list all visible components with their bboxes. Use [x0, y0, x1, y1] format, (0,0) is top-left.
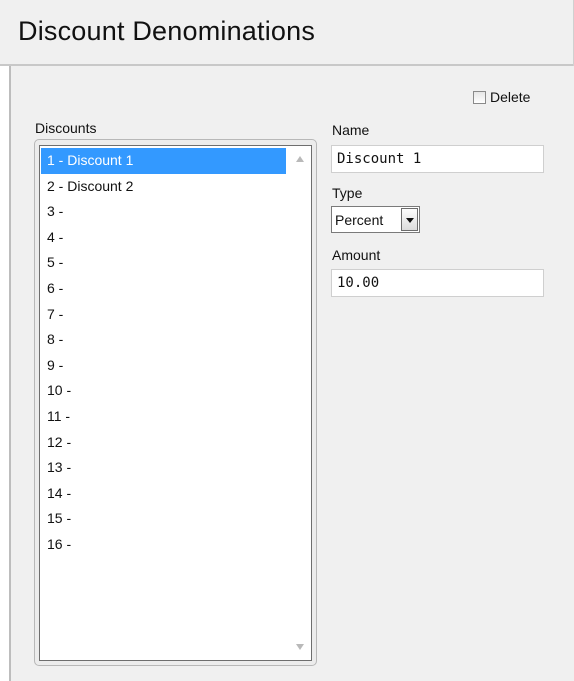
list-item[interactable]: 2 - Discount 2	[41, 174, 286, 200]
delete-checkbox-group[interactable]: Delete	[473, 88, 530, 106]
list-item[interactable]: 6 -	[41, 276, 286, 302]
page-header: Discount Denominations	[0, 0, 574, 66]
discounts-scrollbar[interactable]	[291, 146, 311, 660]
amount-label: Amount	[332, 247, 381, 263]
list-item[interactable]: 13 -	[41, 455, 286, 481]
type-select-value: Percent	[335, 211, 384, 228]
type-label: Type	[332, 185, 363, 201]
list-item[interactable]: 7 -	[41, 302, 286, 328]
list-item[interactable]: 9 -	[41, 353, 286, 379]
list-item[interactable]: 4 -	[41, 225, 286, 251]
discounts-listbox[interactable]: 1 - Discount 12 - Discount 23 -4 -5 -6 -…	[39, 145, 312, 661]
chevron-down-icon[interactable]	[401, 208, 418, 231]
name-field[interactable]	[331, 145, 544, 173]
name-label: Name	[332, 122, 370, 138]
list-item[interactable]: 10 -	[41, 378, 286, 404]
list-item[interactable]: 16 -	[41, 532, 286, 558]
amount-field[interactable]	[331, 269, 544, 297]
scroll-up-arrow-icon[interactable]	[296, 156, 304, 162]
type-select[interactable]: Percent	[331, 206, 420, 233]
list-item[interactable]: 15 -	[41, 506, 286, 532]
list-item[interactable]: 8 -	[41, 327, 286, 353]
delete-checkbox[interactable]	[473, 90, 486, 104]
list-item[interactable]: 1 - Discount 1	[41, 148, 286, 174]
list-item[interactable]: 14 -	[41, 481, 286, 507]
discounts-label: Discounts	[35, 120, 97, 136]
page-title: Discount Denominations	[18, 16, 316, 46]
list-item[interactable]: 11 -	[41, 404, 286, 430]
delete-label: Delete	[490, 89, 531, 105]
discounts-list-items: 1 - Discount 12 - Discount 23 -4 -5 -6 -…	[41, 148, 286, 558]
list-item[interactable]: 3 -	[41, 199, 286, 225]
scroll-down-arrow-icon[interactable]	[296, 644, 304, 650]
list-item[interactable]: 5 -	[41, 250, 286, 276]
list-item[interactable]: 12 -	[41, 430, 286, 456]
